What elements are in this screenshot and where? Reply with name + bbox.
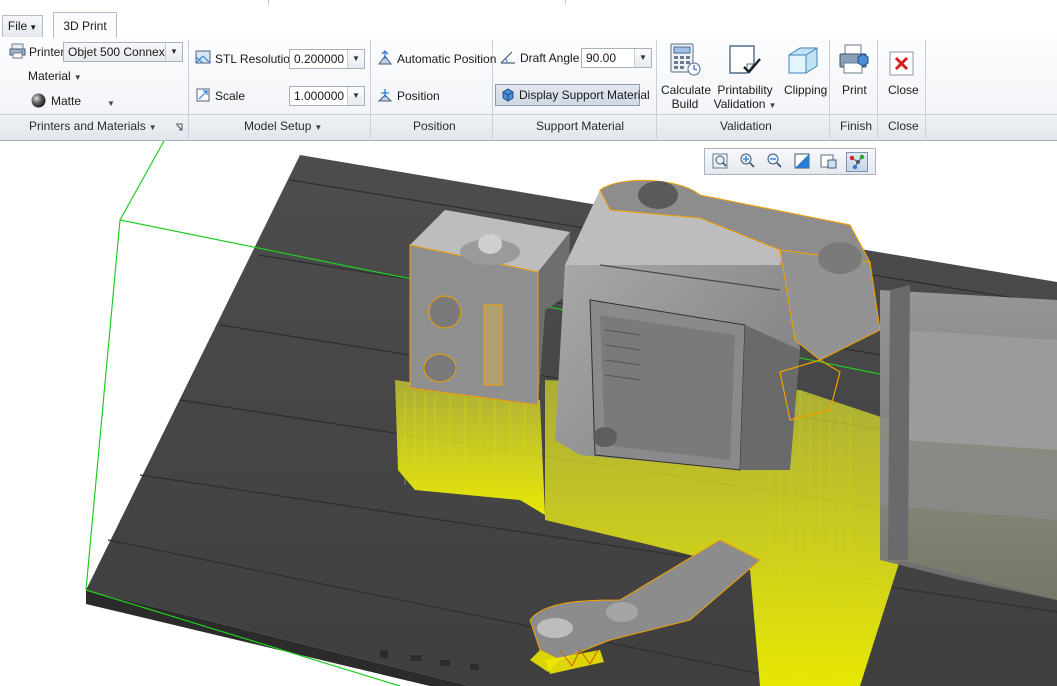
model-right-arm: [880, 285, 1057, 600]
group-model-setup-label: Model Setup: [244, 119, 312, 133]
printability-validation-button[interactable]: Printability Validation ▼: [712, 83, 778, 113]
shading-icon: [794, 153, 810, 169]
position-icon: [377, 89, 393, 102]
material-sphere-icon: [31, 93, 46, 108]
automatic-position-icon: [378, 50, 392, 65]
printer-select-value: Objet 500 Connex 3: [68, 45, 175, 59]
display-support-material-button[interactable]: Display Support Material: [495, 84, 650, 106]
view-toolbar: [704, 148, 876, 175]
scale-input[interactable]: 1.000000 ▼: [289, 86, 365, 106]
material-label: Material: [28, 69, 71, 83]
automatic-position-button[interactable]: Automatic Position: [397, 52, 496, 66]
finish-dropdown[interactable]: ▼: [104, 95, 115, 109]
close-icon: [889, 51, 914, 76]
group-finish-label: Finish: [840, 119, 873, 133]
clipping-button[interactable]: Clipping: [784, 83, 827, 97]
ribbon: Printer Objet 500 Connex 3 ▼ Material ▼ M…: [0, 38, 1057, 141]
chevron-down-icon: ▼: [634, 49, 651, 67]
connection-button[interactable]: [846, 152, 868, 172]
print-icon: [839, 44, 869, 74]
file-tab-label: File: [7, 19, 28, 33]
ribbon-tabs: File ▼ 3D Print: [0, 12, 1057, 39]
zoom-out-icon: [767, 153, 782, 168]
tab-3d-print[interactable]: 3D Print: [53, 12, 117, 39]
draft-angle-input[interactable]: 90.00 ▼: [581, 48, 652, 68]
printer-select[interactable]: Objet 500 Connex 3 ▼: [63, 42, 183, 62]
printability-validation-line2: Validation ▼: [713, 97, 777, 111]
chevron-down-icon: ▼: [165, 43, 182, 61]
scale-icon: [196, 88, 210, 102]
material-dropdown[interactable]: Material ▼: [28, 69, 82, 83]
view-manager-icon: [820, 154, 837, 169]
chevron-down-icon: ▼: [314, 123, 323, 132]
print-button[interactable]: Print: [842, 83, 867, 97]
printability-validation-icon: [729, 45, 761, 74]
dialog-launcher-icon[interactable]: [175, 123, 184, 132]
stl-resolution-value: 0.200000: [294, 52, 345, 66]
draft-angle-label: Draft Angle: [520, 51, 580, 65]
printer-icon: [9, 43, 26, 59]
zoom-out-button[interactable]: [765, 152, 787, 172]
position-button[interactable]: Position: [397, 89, 440, 103]
stl-resolution-icon: [195, 50, 211, 64]
printability-validation-line1: Printability: [717, 83, 773, 97]
tab-3d-print-label: 3D Print: [63, 19, 107, 33]
stl-resolution-input[interactable]: 0.200000 ▼: [289, 49, 365, 69]
draft-angle-value: 90.00: [586, 51, 617, 65]
calculate-build-button[interactable]: Calculate Build: [661, 83, 712, 111]
close-button[interactable]: Close: [888, 83, 919, 97]
chevron-down-icon: ▼: [107, 99, 115, 108]
finish-label: Matte: [51, 94, 82, 108]
scale-label: Scale: [215, 89, 246, 103]
support-material-icon: [502, 88, 514, 102]
draft-angle-icon: [500, 51, 515, 64]
connection-icon: [849, 154, 865, 170]
stl-resolution-label: STL Resolution: [215, 52, 297, 66]
chevron-down-icon: ▼: [347, 50, 364, 68]
chevron-down-icon: ▼: [347, 87, 364, 105]
group-support-material-label: Support Material: [536, 119, 625, 133]
shading-button[interactable]: [792, 152, 814, 172]
zoom-in-button[interactable]: [738, 152, 760, 172]
chevron-down-icon: ▼: [768, 101, 777, 110]
model-scene: [85, 141, 1057, 686]
calculate-build-icon: [670, 43, 701, 76]
group-printers-materials[interactable]: Printers and Materials ▼: [29, 119, 157, 133]
view-manager-button[interactable]: [819, 152, 841, 172]
group-model-setup[interactable]: Model Setup ▼: [244, 119, 322, 133]
chevron-down-icon: ▼: [148, 123, 157, 132]
zoom-fit-icon: [712, 153, 728, 169]
clipping-icon: [788, 47, 818, 74]
title-strip: [0, 0, 1057, 10]
display-support-material-label: Display Support Material: [519, 88, 650, 102]
zoom-fit-button[interactable]: [711, 152, 733, 172]
group-close-label: Close: [888, 119, 919, 133]
3d-viewport[interactable]: [0, 141, 1057, 686]
calculate-build-line2: Build: [671, 97, 699, 111]
zoom-in-icon: [740, 153, 755, 168]
chevron-down-icon: ▼: [29, 23, 38, 32]
group-printers-materials-label: Printers and Materials: [29, 119, 146, 133]
printer-label: Printer: [29, 45, 65, 59]
group-position-label: Position: [413, 119, 456, 133]
scale-value: 1.000000: [294, 89, 345, 103]
group-validation-label: Validation: [720, 119, 772, 133]
chevron-down-icon: ▼: [73, 73, 82, 82]
calculate-build-line1: Calculate: [661, 83, 712, 97]
file-tab[interactable]: File ▼: [2, 15, 43, 37]
